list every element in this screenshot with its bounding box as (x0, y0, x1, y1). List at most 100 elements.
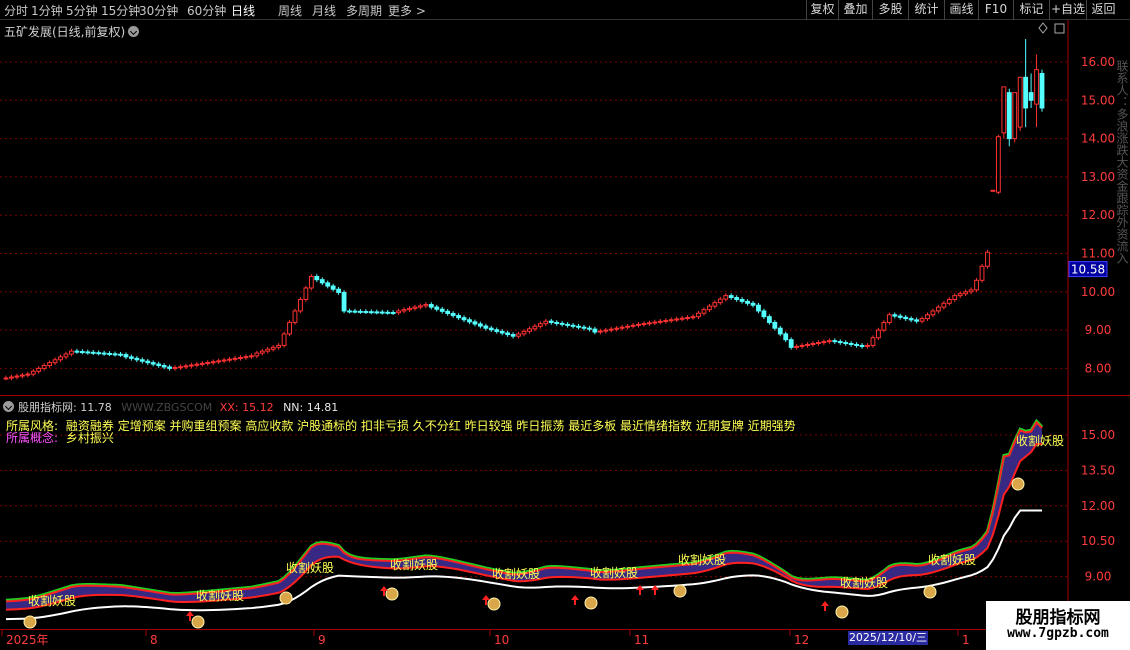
candle-body (1006, 92, 1012, 140)
candle-body (281, 333, 287, 346)
candle-body (505, 332, 511, 336)
money-bag-icon (1011, 477, 1025, 491)
candle-body (216, 360, 222, 363)
toolbar-button-2[interactable]: 多股 (872, 0, 908, 20)
period-tab-6[interactable]: 日线 (231, 2, 255, 19)
signal-label: 收割妖股 (840, 575, 888, 590)
period-tab-4[interactable]: 30分钟 (139, 2, 178, 19)
candle-body (537, 323, 543, 327)
candle-body (477, 323, 483, 327)
candle-body (412, 306, 418, 309)
toolbar-button-5[interactable]: F10 (978, 0, 1013, 20)
candle-body (41, 365, 47, 369)
period-toolbar: 分时 1分钟 5分钟 15分钟 30分钟 60分钟 日线 周线 月线 多周期 更多 > 复权 叠加 多股统… (0, 0, 1130, 20)
toolbar-button-4[interactable]: 画线 (944, 0, 978, 20)
xx-value: XX: 15.12 (219, 401, 274, 414)
candle-body (897, 315, 903, 318)
candle-body (995, 136, 1001, 193)
candle-body (674, 318, 680, 321)
indicator-site: WWW.ZBGSCOM (121, 401, 213, 414)
candle-body (3, 377, 9, 380)
candle-body (58, 356, 63, 361)
y-tick-label: 12.00 (1081, 208, 1115, 222)
candle-body (1023, 76, 1029, 109)
nn-value: NN: 14.81 (283, 401, 339, 414)
candle-body (494, 329, 500, 332)
candle-body (129, 356, 134, 359)
candle-body (178, 366, 183, 369)
candle-body (385, 311, 391, 314)
candle-body (139, 359, 145, 362)
candle-body (985, 251, 990, 267)
y-tick-label: 15.00 (1081, 428, 1115, 442)
candle-body (270, 346, 276, 350)
candlestick-chart[interactable]: 16.00 15.00 14.00 13.00 12.00 11.00 10.00 9.00 8… (0, 20, 1130, 396)
candle-body (172, 367, 178, 370)
candle-body (788, 339, 794, 348)
candle-body (974, 279, 979, 291)
candle-body (314, 275, 320, 281)
y-tick-label: 10.50 (1081, 534, 1115, 548)
candle-body (461, 317, 467, 321)
signal-label: 收割妖股 (590, 565, 638, 580)
dropdown-icon[interactable] (128, 26, 140, 37)
money-bag-icon (584, 596, 598, 610)
period-tab-10[interactable]: 更多 > (388, 2, 426, 19)
candle-body (303, 287, 309, 300)
period-tab-8[interactable]: 月线 (312, 2, 336, 19)
candle-body (925, 314, 930, 320)
watermark-url: www.7gpzb.com (1007, 626, 1109, 641)
period-tab-2[interactable]: 5分钟 (66, 2, 98, 19)
candle-body (74, 350, 80, 353)
candle-body (935, 306, 941, 312)
candle-body (1028, 92, 1034, 101)
candle-body (210, 361, 216, 364)
period-tab-7[interactable]: 周线 (278, 2, 302, 19)
toolbar-button-8[interactable]: 返回 (1086, 0, 1120, 20)
candle-body (336, 288, 342, 293)
candle-body (696, 312, 701, 318)
period-tab-9[interactable]: 多周期 (346, 2, 382, 19)
candle-body (587, 327, 592, 330)
candle-body (52, 359, 58, 364)
y-tick-label: 13.00 (1081, 170, 1115, 184)
candle-body (183, 365, 189, 368)
candle-body (527, 328, 532, 332)
stock-chart-window: 分时 1分钟 5分钟 15分钟 30分钟 60分钟 日线 周线 月线 多周期 更多 > 复权 叠加 多股统… (0, 0, 1130, 650)
dropdown-icon[interactable] (3, 401, 14, 412)
toolbar-button-3[interactable]: 统计 (908, 0, 944, 20)
candle-body (1017, 76, 1023, 128)
toolbar-button-7[interactable]: +自选 (1049, 0, 1086, 20)
candle-body (565, 323, 571, 326)
period-tab-5[interactable]: 60分钟 (187, 2, 226, 19)
candle-body (259, 350, 265, 354)
candle-body (188, 364, 194, 367)
y-tick-label: 12.00 (1081, 499, 1115, 513)
candle-body (428, 304, 434, 308)
candle-body (614, 327, 620, 330)
candle-body (734, 297, 740, 300)
x-tick-label: 9 (318, 633, 326, 647)
signal-label: 收割妖股 (928, 552, 976, 567)
candle-body (821, 341, 827, 344)
period-tab-1[interactable]: 1分钟 (31, 2, 63, 19)
toolbar-button-6[interactable]: 标记 (1013, 0, 1049, 20)
candle-body (603, 329, 609, 332)
candle-body (472, 321, 478, 325)
candle-body (554, 321, 560, 324)
candle-body (118, 353, 123, 356)
candle-body (952, 295, 958, 300)
y-tick-label: 13.50 (1081, 463, 1115, 477)
candle-body (467, 319, 472, 323)
period-tab-0[interactable]: 分时 (4, 2, 28, 19)
money-bag-icon (385, 587, 399, 601)
toolbar-button-0[interactable]: 复权 (806, 0, 838, 20)
candle-body (548, 320, 554, 323)
period-tab-3[interactable]: 15分钟 (101, 2, 140, 19)
candle-body (36, 367, 42, 372)
candle-body (619, 326, 625, 329)
toolbar-button-1[interactable]: 叠加 (838, 0, 872, 20)
candle-body (745, 300, 750, 304)
candle-body (265, 348, 271, 352)
money-bag-icon (673, 584, 687, 598)
